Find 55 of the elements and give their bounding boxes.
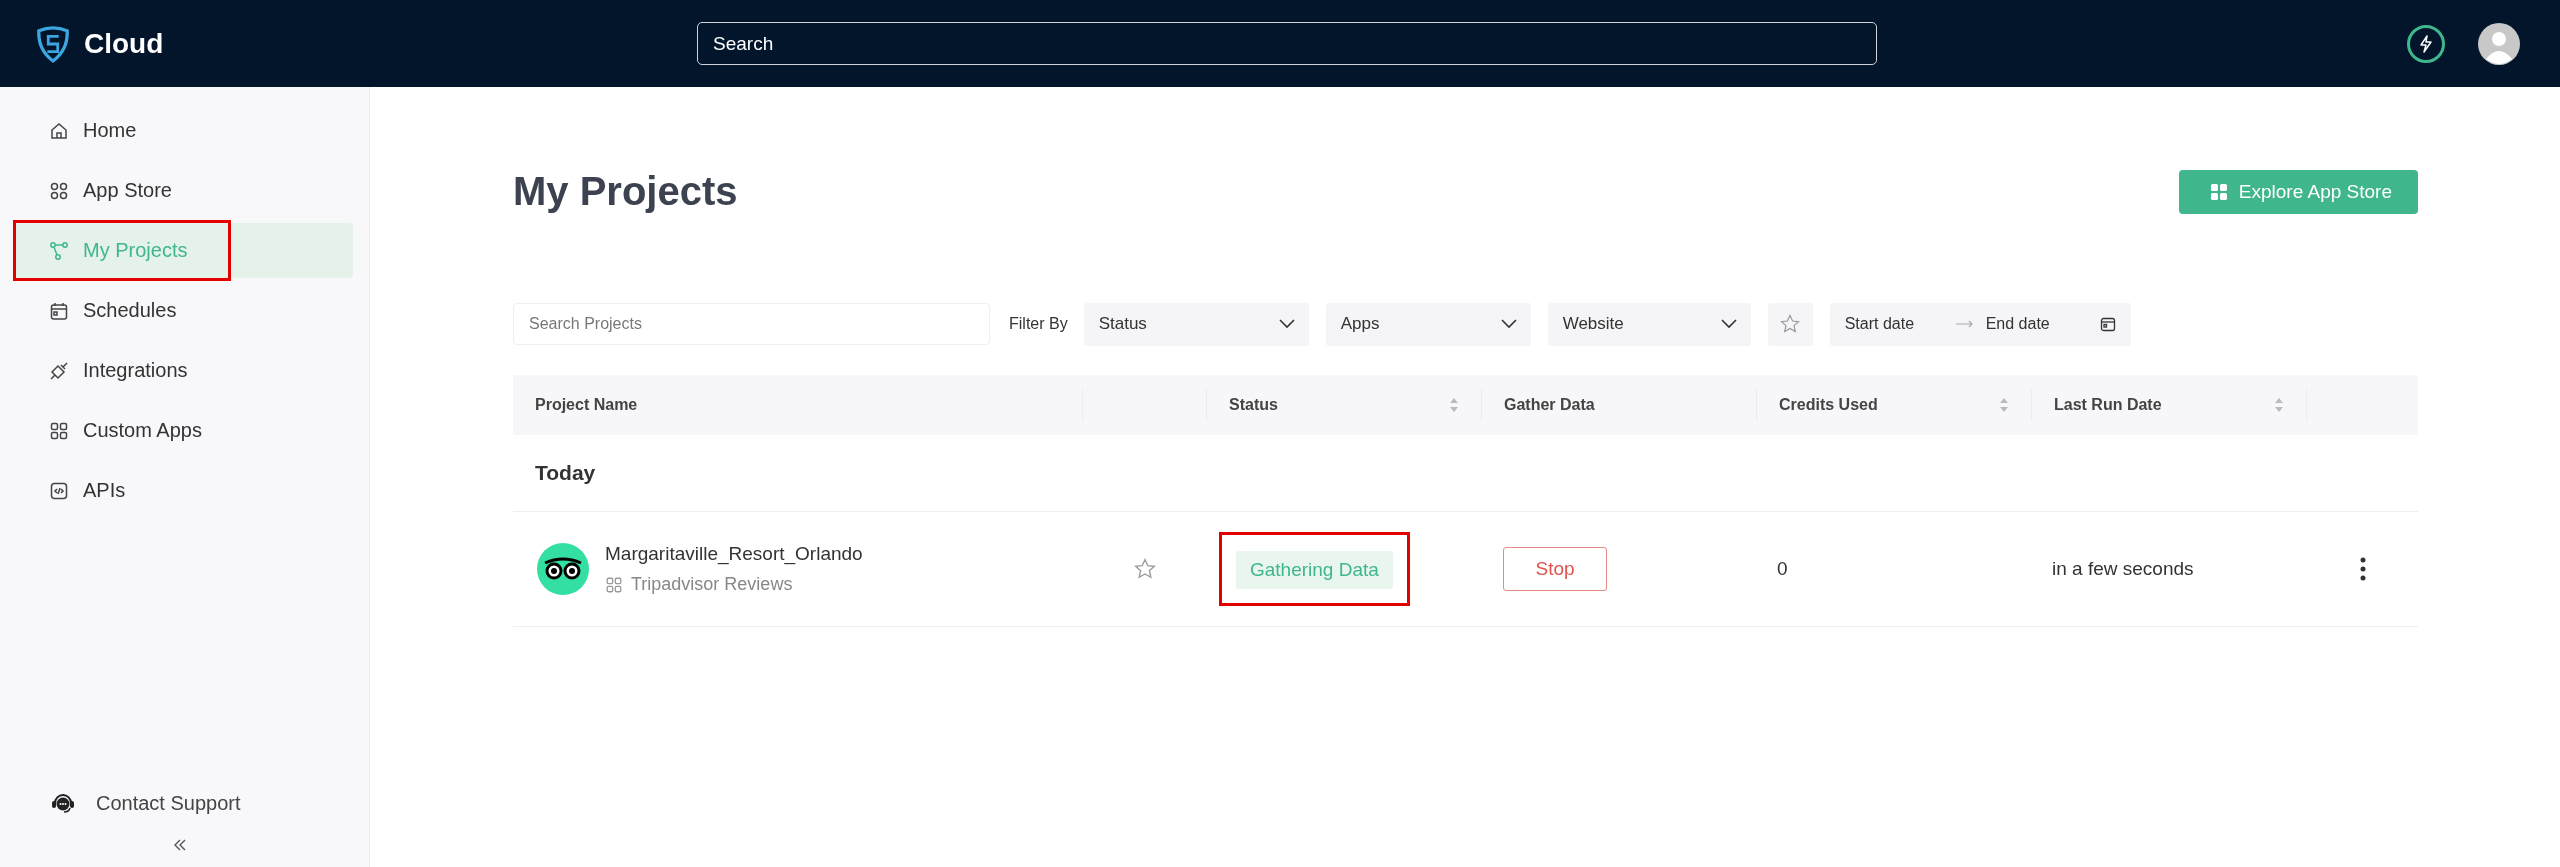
page-title: My Projects xyxy=(513,169,738,214)
column-header[interactable]: Last Run Date xyxy=(2032,389,2307,421)
grid-icon xyxy=(49,180,69,201)
search-projects-field[interactable]: Search Projects xyxy=(513,303,990,345)
lightning-icon[interactable] xyxy=(2406,23,2446,64)
apps-icon xyxy=(49,420,69,441)
status-badge: Gathering Data xyxy=(1236,551,1393,589)
nodes-icon xyxy=(49,240,69,261)
chevron-down-icon xyxy=(1720,319,1737,329)
owl-eyes-logo-icon xyxy=(537,543,589,595)
sort-icon xyxy=(1999,397,2009,413)
sidebar-item[interactable]: APIs xyxy=(13,463,353,518)
sort-icon xyxy=(2274,397,2284,413)
star-icon xyxy=(1780,314,1801,334)
sort-icon xyxy=(1449,397,1459,413)
sidebar-item[interactable]: Integrations xyxy=(13,343,353,398)
chevron-down-icon xyxy=(1500,319,1517,329)
more-options-icon[interactable] xyxy=(2359,557,2366,581)
column-header[interactable]: Status xyxy=(1207,389,1482,421)
search-field[interactable]: Search xyxy=(697,22,1877,65)
group-heading: Today xyxy=(513,435,2418,512)
star-icon[interactable] xyxy=(1134,558,1156,580)
calendar-icon xyxy=(49,300,69,321)
sidebar-item[interactable]: Home xyxy=(13,103,353,158)
filter-dropdown[interactable]: Website xyxy=(1547,302,1751,346)
start-date-placeholder: Start date xyxy=(1844,315,1916,333)
grid-icon xyxy=(2210,183,2227,200)
sidebar-item[interactable]: Schedules xyxy=(13,283,353,338)
sidebar-item[interactable]: App Store xyxy=(13,163,353,218)
shield-logo-icon xyxy=(36,24,70,63)
project-name[interactable]: Margaritaville_Resort_Orlando xyxy=(605,543,863,565)
date-range-field[interactable]: Start date End date xyxy=(1829,302,2131,346)
column-header: Gather Data xyxy=(1482,389,1757,421)
contact-support-link[interactable]: Contact Support xyxy=(50,791,241,815)
end-date-placeholder: End date xyxy=(1985,315,2051,333)
home-icon xyxy=(49,120,69,141)
credits-used: 0 xyxy=(1777,558,1788,580)
column-header[interactable]: Credits Used xyxy=(1757,389,2032,421)
grid-icon xyxy=(605,575,623,594)
filter-by-label: Filter By xyxy=(1009,315,1068,333)
calendar-icon xyxy=(2099,316,2116,332)
stop-button[interactable]: Stop xyxy=(1503,547,1607,591)
chevron-down-icon xyxy=(1278,319,1295,329)
brand-name: Cloud xyxy=(84,27,164,60)
column-header: Project Name xyxy=(513,389,1083,421)
arrow-right-icon xyxy=(1955,320,1974,328)
last-run-date: in a few seconds xyxy=(2052,558,2194,580)
filter-dropdown[interactable]: Apps xyxy=(1325,302,1531,346)
headset-chat-icon xyxy=(50,791,76,815)
app-name: Tripadvisor Reviews xyxy=(605,574,863,595)
plug-icon xyxy=(49,360,69,381)
code-icon xyxy=(49,480,69,501)
filter-dropdown[interactable]: Status xyxy=(1083,302,1309,346)
avatar-icon[interactable] xyxy=(2478,22,2520,65)
sidebar-item[interactable]: Custom Apps xyxy=(13,403,353,458)
